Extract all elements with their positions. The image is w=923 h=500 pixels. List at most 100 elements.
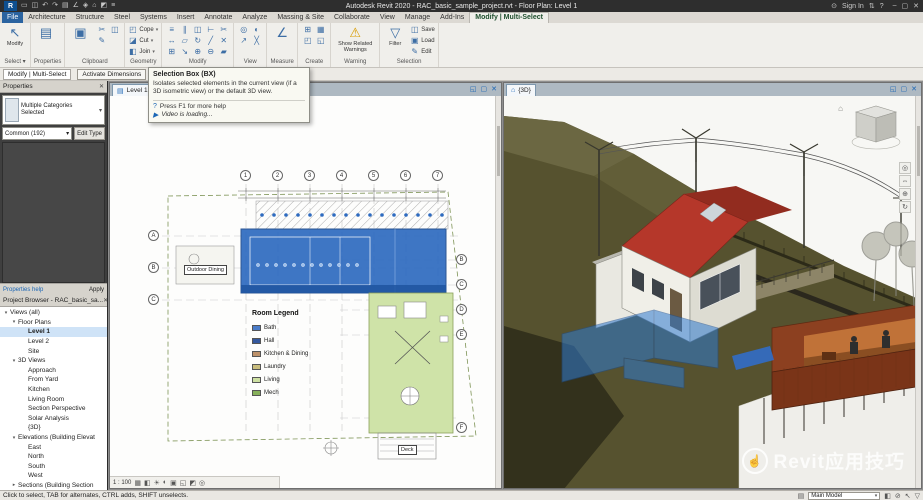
ribbon-tab[interactable]: Modify | Multi-Select <box>469 12 549 23</box>
help-icon[interactable]: ? <box>880 3 884 10</box>
reveal-hidden-icon[interactable]: ◎ <box>199 479 205 487</box>
pan-icon[interactable]: ⇔ <box>899 175 911 187</box>
shadows-icon[interactable]: ◐ <box>163 479 167 487</box>
zoom-icon[interactable]: ⊕ <box>899 188 911 200</box>
copy-icon[interactable]: ◫ <box>108 24 121 35</box>
type-selector[interactable]: Multiple Categories Selected ▾ <box>2 95 105 125</box>
selected-floor-region[interactable] <box>241 229 446 293</box>
crop-view-icon[interactable]: ▣ <box>170 479 177 487</box>
3d-canvas[interactable]: ⌂ ◎⇔⊕↻ ☝ Revit应用技巧 <box>504 96 921 488</box>
extend-icon[interactable]: ⊢ <box>204 24 217 35</box>
tree-item[interactable]: South <box>0 462 107 472</box>
worksets-icon[interactable]: ▤ <box>798 492 805 500</box>
properties-filter-dropdown[interactable]: Common (192) ▾ <box>2 127 72 140</box>
close-view-icon[interactable]: ✕ <box>911 86 917 94</box>
type-selector-dropdown-icon[interactable]: ▾ <box>99 107 102 114</box>
ribbon-tab[interactable]: File <box>2 12 23 23</box>
override-graphics-icon[interactable]: ◐ <box>250 24 263 35</box>
apply-button[interactable]: Apply <box>89 287 104 293</box>
selection-tool-button[interactable]: ✎ Edit <box>410 46 435 57</box>
tree-item[interactable]: Kitchen <box>0 385 107 395</box>
tree-item[interactable]: Level 2 <box>0 337 107 347</box>
search-icon[interactable]: ⊙ <box>831 2 837 10</box>
temporary-hide-icon[interactable]: ◩ <box>189 479 196 487</box>
revit-logo[interactable]: R <box>4 1 17 11</box>
properties-help-link[interactable]: Properties help <box>3 287 43 293</box>
activate-dimensions-button[interactable]: Activate Dimensions <box>77 69 146 80</box>
properties-palette-button[interactable]: ▤ <box>34 24 58 41</box>
section-icon[interactable]: ◩ <box>101 1 108 11</box>
ribbon-tab[interactable]: Systems <box>135 12 172 23</box>
tree-item[interactable]: ▾ 3D Views <box>0 356 107 366</box>
editable-only-icon[interactable]: ◧ <box>884 492 891 500</box>
geometry-tool-button[interactable]: ◰ Cope ▾ <box>128 24 158 35</box>
close-view-icon[interactable]: ✕ <box>491 86 497 94</box>
sun-path-icon[interactable]: ☀ <box>154 479 160 487</box>
undo-icon[interactable]: ↶ <box>42 1 48 11</box>
tree-item[interactable]: West <box>0 471 107 481</box>
view-scale[interactable]: 1 : 100 <box>113 480 131 486</box>
ribbon-tab[interactable]: Architecture <box>23 12 70 23</box>
tree-item[interactable]: {3D} <box>0 423 107 433</box>
restore-view-icon[interactable]: ◱ <box>470 86 477 94</box>
tree-item[interactable]: ▾ Floor Plans <box>0 318 107 328</box>
modify-tool-button[interactable]: ↖ Modify <box>3 24 27 48</box>
ribbon-tab[interactable]: Steel <box>109 12 135 23</box>
selection-tool-button[interactable]: ▣ Load <box>410 35 435 46</box>
ribbon-tab[interactable]: Add-Ins <box>435 12 469 23</box>
orbit-icon[interactable]: ↻ <box>899 201 911 213</box>
plan-canvas[interactable]: 1234567 ABC BCDEF Room Legend Bath <box>110 96 501 488</box>
close-properties-icon[interactable]: ✕ <box>99 83 104 90</box>
crop-region-icon[interactable]: ◱ <box>180 479 187 487</box>
geometry-tool-button[interactable]: ◧ Join ▾ <box>128 46 158 57</box>
match-type-icon[interactable]: ✎ <box>95 35 108 46</box>
3d-vertical-scrollbar[interactable] <box>915 96 921 488</box>
project-browser-header[interactable]: Project Browser - RAC_basic_sa... ✕ <box>0 295 107 307</box>
print-icon[interactable]: ▤ <box>62 1 69 11</box>
tree-expander-icon[interactable]: ▾ <box>10 319 18 325</box>
ribbon-tab[interactable]: Structure <box>71 12 109 23</box>
close-icon[interactable]: ✕ <box>913 2 919 10</box>
unpin-icon[interactable]: ⊖ <box>204 46 217 57</box>
redo-icon[interactable]: ↷ <box>52 1 58 11</box>
ribbon-tab[interactable]: Insert <box>172 12 200 23</box>
visual-style-icon[interactable]: ◧ <box>144 479 151 487</box>
restore-view-icon[interactable]: ◱ <box>890 86 897 94</box>
measure-button[interactable]: ∠ <box>270 24 294 41</box>
plan-vertical-scrollbar[interactable] <box>495 96 501 488</box>
ribbon-tab[interactable]: Annotate <box>199 12 237 23</box>
delete-icon[interactable]: ✕ <box>217 35 230 46</box>
tree-item[interactable]: ▾ Views (all) <box>0 308 107 318</box>
tree-item[interactable]: Section Perspective <box>0 404 107 414</box>
match-icon[interactable]: ▰ <box>217 46 230 57</box>
geometry-tool-button[interactable]: ◪ Cut ▾ <box>128 35 158 46</box>
ribbon-tab[interactable]: Analyze <box>237 12 272 23</box>
tree-item[interactable]: Solar Analysis <box>0 414 107 424</box>
ribbon-tab[interactable]: Collaborate <box>329 12 375 23</box>
show-related-warnings-button[interactable]: ⚠ Show Related Warnings <box>334 24 376 55</box>
ribbon-tab[interactable]: Massing & Site <box>272 12 329 23</box>
view-tab-level-1[interactable]: ▤ Level 1 <box>112 84 153 96</box>
maximize-view-icon[interactable]: ▢ <box>901 86 908 94</box>
copy-tool-icon[interactable]: ▱ <box>178 35 191 46</box>
tree-item[interactable]: Level 1 <box>0 327 107 337</box>
living-room-floor[interactable] <box>369 293 453 433</box>
press-drag-icon[interactable]: ↖ <box>905 492 911 500</box>
minimize-icon[interactable]: – <box>893 2 897 10</box>
exclude-options-icon[interactable]: ⊘ <box>895 492 901 500</box>
dropdown-arrow-icon[interactable]: ▾ <box>151 38 154 44</box>
maximize-view-icon[interactable]: ▢ <box>481 86 488 94</box>
linework-icon[interactable]: ╳ <box>250 35 263 46</box>
tree-item[interactable]: North <box>0 452 107 462</box>
rotate-icon[interactable]: ↻ <box>191 35 204 46</box>
edit-type-button[interactable]: Edit Type <box>74 127 105 140</box>
create-similar-icon[interactable]: ▦ <box>314 24 327 35</box>
design-options-dropdown[interactable]: Main Model ▾ <box>808 492 880 500</box>
cut-icon[interactable]: ✂ <box>95 24 108 35</box>
tree-item[interactable]: East <box>0 442 107 452</box>
paste-button[interactable]: ▣ <box>68 24 92 41</box>
viewcube-home-icon[interactable]: ⌂ <box>838 104 843 113</box>
selection-filter-icon[interactable]: ▽ <box>915 492 920 500</box>
tree-item[interactable]: Approach <box>0 366 107 376</box>
default-3d-view-icon[interactable]: ⌂ <box>92 1 96 11</box>
